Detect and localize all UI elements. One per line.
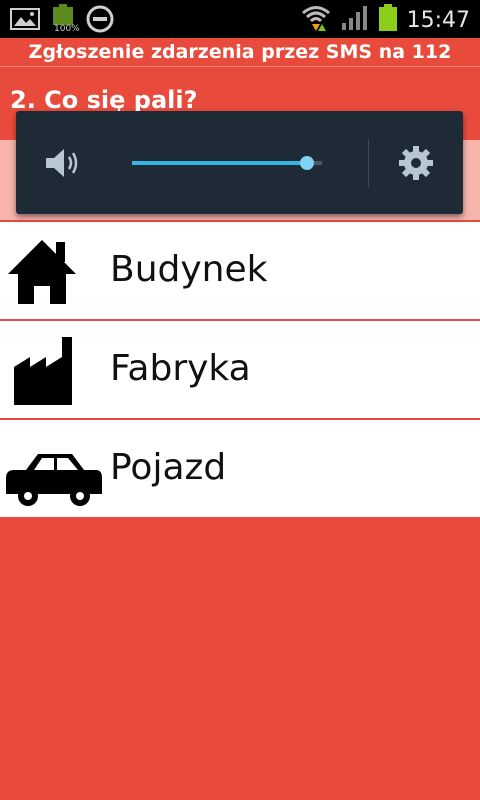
gallery-icon bbox=[10, 6, 40, 36]
car-icon bbox=[4, 432, 104, 508]
question-heading: 2. Co się pali? bbox=[10, 86, 198, 114]
volume-slider[interactable] bbox=[132, 156, 322, 170]
settings-gear-icon[interactable] bbox=[398, 145, 434, 185]
do-not-disturb-icon bbox=[86, 5, 114, 37]
volume-panel bbox=[16, 111, 463, 214]
house-icon bbox=[4, 234, 104, 310]
status-clock: 15:47 bbox=[406, 7, 470, 33]
option-pojazd[interactable]: Pojazd bbox=[0, 418, 480, 517]
battery-percent-label: 100% bbox=[54, 24, 80, 34]
volume-slider-thumb[interactable] bbox=[300, 156, 314, 170]
option-label: Budynek bbox=[110, 249, 268, 290]
battery-charging-icon bbox=[378, 4, 397, 36]
option-budynek[interactable]: Budynek bbox=[0, 220, 480, 319]
options-list: Budynek Fabryka Pojazd bbox=[0, 220, 480, 517]
option-fabryka[interactable]: Fabryka bbox=[0, 319, 480, 418]
speaker-icon[interactable] bbox=[44, 147, 84, 183]
option-label: Pojazd bbox=[110, 447, 227, 488]
volume-slider-fill bbox=[132, 161, 307, 165]
divider bbox=[368, 139, 369, 187]
signal-icon bbox=[341, 5, 369, 35]
option-label: Fabryka bbox=[110, 348, 251, 389]
wifi-icon bbox=[301, 4, 331, 36]
app-title: Zgłoszenie zdarzenia przez SMS na 112 bbox=[0, 38, 480, 67]
status-bar: 100% 15:47 bbox=[0, 0, 480, 38]
factory-icon bbox=[4, 333, 104, 409]
